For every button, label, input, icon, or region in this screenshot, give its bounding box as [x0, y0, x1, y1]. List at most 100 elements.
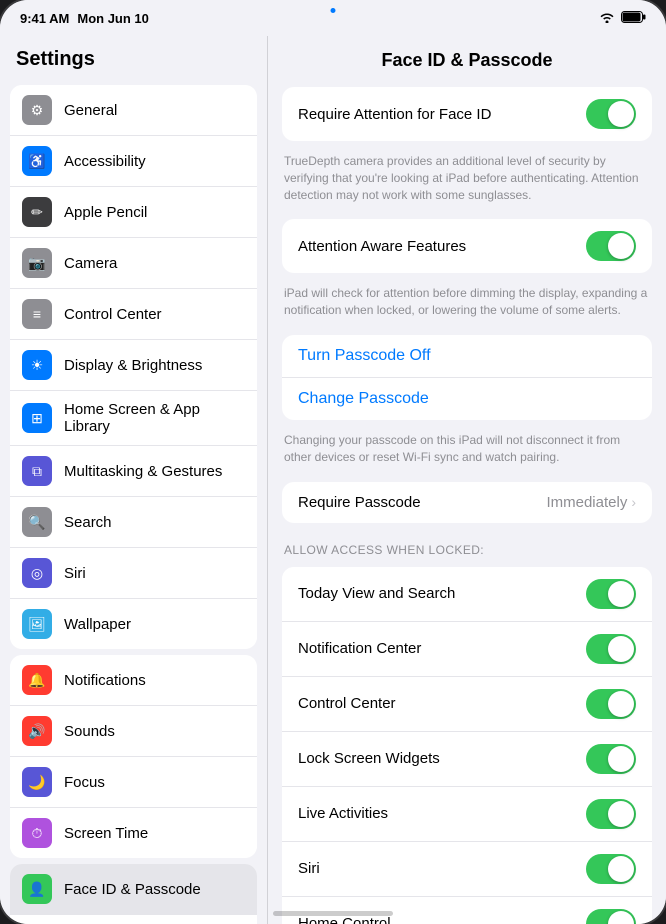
status-bar: 9:41 AM Mon Jun 10 [0, 0, 666, 36]
label-screen-time: Screen Time [64, 825, 148, 842]
toggle-4-4[interactable] [586, 799, 636, 829]
sidebar-item-focus[interactable]: 🌙 Focus [10, 757, 257, 808]
link-2-1[interactable]: Change Passcode [298, 390, 429, 407]
row-label-4-6: Home Control [298, 915, 586, 924]
row-label-4-5: Siri [298, 860, 586, 877]
sidebar-item-general[interactable]: ⚙ General [10, 85, 257, 136]
toggle-knob-4-4 [608, 801, 634, 827]
label-notifications: Notifications [64, 672, 146, 689]
icon-apple-pencil: ✏ [22, 197, 52, 227]
detail-section-2: Turn Passcode Off Change Passcode [282, 335, 652, 420]
detail-pane: Face ID & Passcode Require Attention for… [268, 36, 666, 924]
detail-section-4: Today View and Search Notification Cente… [282, 567, 652, 924]
sidebar-item-wallpaper[interactable]: 🖼 Wallpaper [10, 599, 257, 649]
toggle-4-0[interactable] [586, 579, 636, 609]
toggle-4-2[interactable] [586, 689, 636, 719]
sidebar-item-face-id[interactable]: 👤 Face ID & Passcode [10, 864, 257, 915]
icon-accessibility: ♿ [22, 146, 52, 176]
toggle-knob-4-5 [608, 856, 634, 882]
section-description-1: iPad will check for attention before dim… [268, 279, 666, 329]
detail-row-4-0: Today View and Search [282, 567, 652, 622]
date: Mon Jun 10 [77, 11, 149, 26]
icon-multitasking: ⧉ [22, 456, 52, 486]
status-dot [331, 8, 336, 13]
icon-search: 🔍 [22, 507, 52, 537]
sidebar-item-screen-time[interactable]: ⏱ Screen Time [10, 808, 257, 858]
row-label-4-0: Today View and Search [298, 585, 586, 602]
sidebar-item-search[interactable]: 🔍 Search [10, 497, 257, 548]
sidebar-item-control-center[interactable]: ≡ Control Center [10, 289, 257, 340]
sidebar-item-privacy[interactable]: ✋ Privacy & Security [10, 915, 257, 924]
detail-row-2-0[interactable]: Turn Passcode Off [282, 335, 652, 378]
detail-section-0: Require Attention for Face ID [282, 87, 652, 141]
sidebar-item-siri[interactable]: ◎ Siri [10, 548, 257, 599]
icon-face-id: 👤 [22, 874, 52, 904]
sidebar-title: Settings [0, 36, 267, 79]
toggle-knob-4-0 [608, 581, 634, 607]
main-content: Settings ⚙ General ♿ Accessibility ✏ App… [0, 36, 666, 924]
detail-row-4-4: Live Activities [282, 787, 652, 842]
status-right [599, 11, 646, 26]
toggle-knob-4-2 [608, 691, 634, 717]
detail-row-0-0: Require Attention for Face ID [282, 87, 652, 141]
toggle-4-3[interactable] [586, 744, 636, 774]
row-label-0-0: Require Attention for Face ID [298, 106, 586, 123]
section-description-2: Changing your passcode on this iPad will… [268, 426, 666, 476]
row-label-4-4: Live Activities [298, 805, 586, 822]
section-description-0: TrueDepth camera provides an additional … [268, 147, 666, 213]
chevron-icon-3-0: › [631, 494, 636, 510]
sidebar-section-0: ⚙ General ♿ Accessibility ✏ Apple Pencil… [10, 85, 257, 649]
detail-row-2-1[interactable]: Change Passcode [282, 378, 652, 420]
detail-row-4-3: Lock Screen Widgets [282, 732, 652, 787]
sidebar-item-apple-pencil[interactable]: ✏ Apple Pencil [10, 187, 257, 238]
time: 9:41 AM [20, 11, 69, 26]
label-focus: Focus [64, 774, 105, 791]
battery-icon [621, 11, 646, 26]
row-label-1-0: Attention Aware Features [298, 238, 586, 255]
icon-display-brightness: ☀ [22, 350, 52, 380]
label-search: Search [64, 514, 112, 531]
toggle-4-1[interactable] [586, 634, 636, 664]
icon-general: ⚙ [22, 95, 52, 125]
icon-screen-time: ⏱ [22, 818, 52, 848]
toggle-0-0[interactable] [586, 99, 636, 129]
detail-sections: Require Attention for Face ID TrueDepth … [268, 87, 666, 924]
label-sounds: Sounds [64, 723, 115, 740]
detail-section-3: Require Passcode Immediately › [282, 482, 652, 523]
label-display-brightness: Display & Brightness [64, 357, 202, 374]
label-apple-pencil: Apple Pencil [64, 204, 147, 221]
sidebar-item-accessibility[interactable]: ♿ Accessibility [10, 136, 257, 187]
toggle-1-0[interactable] [586, 231, 636, 261]
sidebar-section-2: 👤 Face ID & Passcode ✋ Privacy & Securit… [10, 864, 257, 924]
sidebar-item-home-screen[interactable]: ⊞ Home Screen & App Library [10, 391, 257, 446]
icon-camera: 📷 [22, 248, 52, 278]
icon-sounds: 🔊 [22, 716, 52, 746]
toggle-knob-0-0 [608, 101, 634, 127]
detail-row-4-1: Notification Center [282, 622, 652, 677]
row-label-4-3: Lock Screen Widgets [298, 750, 586, 767]
sidebar-item-multitasking[interactable]: ⧉ Multitasking & Gestures [10, 446, 257, 497]
label-general: General [64, 102, 117, 119]
section-header-4: ALLOW ACCESS WHEN LOCKED: [268, 529, 666, 561]
icon-home-screen: ⊞ [22, 403, 52, 433]
row-value-3-0: Immediately [546, 494, 627, 511]
home-bar [273, 911, 393, 916]
label-wallpaper: Wallpaper [64, 616, 131, 633]
sidebar-item-notifications[interactable]: 🔔 Notifications [10, 655, 257, 706]
toggle-knob-4-3 [608, 746, 634, 772]
sidebar-section-1: 🔔 Notifications 🔊 Sounds 🌙 Focus ⏱ Scree… [10, 655, 257, 858]
detail-row-4-2: Control Center [282, 677, 652, 732]
label-camera: Camera [64, 255, 117, 272]
sidebar-item-display-brightness[interactable]: ☀ Display & Brightness [10, 340, 257, 391]
sidebar-item-sounds[interactable]: 🔊 Sounds [10, 706, 257, 757]
detail-title: Face ID & Passcode [268, 36, 666, 81]
toggle-4-5[interactable] [586, 854, 636, 884]
icon-control-center: ≡ [22, 299, 52, 329]
toggle-4-6[interactable] [586, 909, 636, 924]
sidebar-item-camera[interactable]: 📷 Camera [10, 238, 257, 289]
detail-section-1: Attention Aware Features [282, 219, 652, 273]
toggle-knob-4-6 [608, 911, 634, 924]
label-control-center: Control Center [64, 306, 162, 323]
link-2-0[interactable]: Turn Passcode Off [298, 347, 431, 364]
row-label-4-2: Control Center [298, 695, 586, 712]
